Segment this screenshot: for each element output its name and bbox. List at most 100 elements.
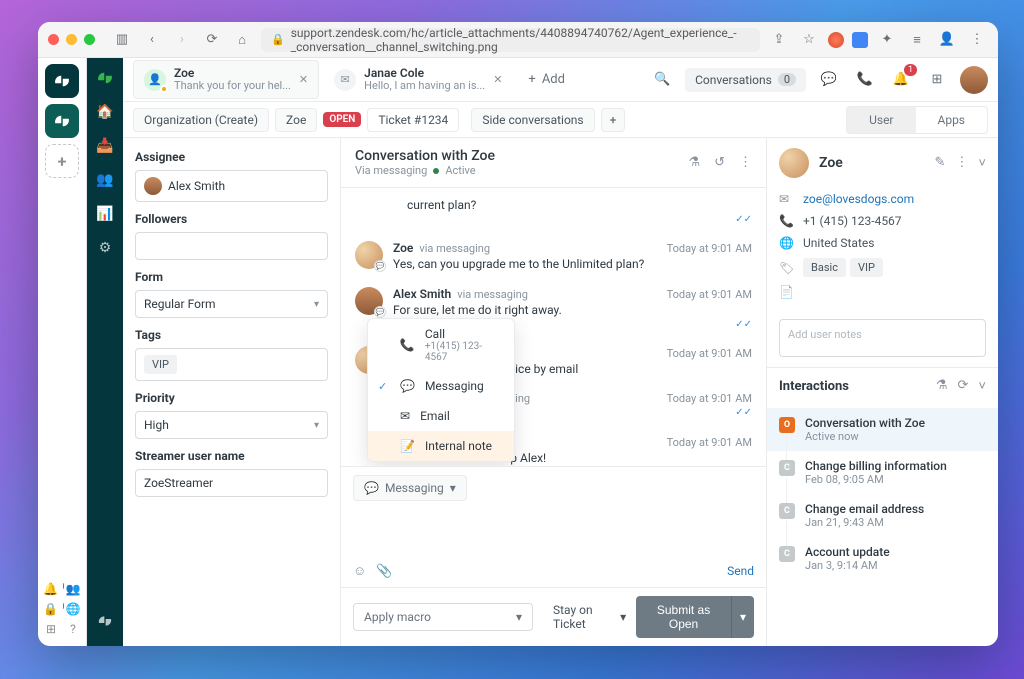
close-tab-icon[interactable]: ✕ (299, 73, 308, 86)
minimize-window[interactable] (66, 34, 77, 45)
attach-icon[interactable]: 📎 (376, 564, 392, 579)
apps-grid-icon[interactable]: ⊞ (924, 67, 950, 93)
bookmark-icon[interactable]: ☆ (798, 29, 820, 51)
interaction-item[interactable]: OConversation with ZoeActive now (767, 408, 998, 451)
channel-option-messaging[interactable]: ✓💬Messaging (368, 371, 514, 401)
crumb-add[interactable]: + (601, 108, 626, 132)
followers-input[interactable] (135, 232, 328, 260)
priority-select[interactable]: High▾ (135, 411, 328, 439)
chevron-down-icon[interactable]: ˅ (978, 155, 986, 171)
bell-icon[interactable]: 🔔1 (888, 67, 914, 93)
send-button[interactable]: Send (727, 564, 754, 578)
crumb-ticket[interactable]: Ticket #1234 (367, 108, 459, 132)
tags-input[interactable]: VIP (135, 348, 328, 381)
chevron-down-icon[interactable]: ˅ (978, 378, 986, 394)
phone-icon[interactable]: 📞 (852, 67, 878, 93)
macro-select[interactable]: Apply macro▾ (353, 603, 533, 631)
submit-dropdown[interactable]: ▾ (731, 596, 754, 638)
dock-help-icon[interactable]: ? (65, 622, 81, 636)
interaction-item[interactable]: CChange billing informationFeb 08, 9:05 … (767, 451, 998, 494)
agent-avatar[interactable] (960, 66, 988, 94)
search-icon[interactable]: 🔍 (649, 67, 675, 93)
dock-zendesk-1[interactable] (45, 64, 79, 98)
menu-icon[interactable]: ⋮ (966, 29, 988, 51)
admin-rail-icon[interactable]: ⚙ (95, 238, 115, 258)
back-icon[interactable]: ‹ (141, 29, 163, 51)
segment-user[interactable]: User (847, 107, 915, 133)
channel-option-email[interactable]: ✉Email (368, 401, 514, 431)
zendesk-logo-icon[interactable] (95, 68, 115, 88)
dock-zendesk-2[interactable] (45, 104, 79, 138)
dock-grid-icon[interactable]: ⊞ (43, 622, 59, 636)
filter-icon[interactable]: ⚗ (936, 378, 948, 394)
url-bar[interactable]: 🔒 support.zendesk.com/hc/article_attachm… (261, 28, 760, 52)
profile-email[interactable]: ✉zoe@lovesdogs.com (779, 188, 986, 210)
toolbar-icons: ⇪ ☆ ✦ ≡ 👤 ⋮ (768, 29, 988, 51)
interaction-item[interactable]: CChange email addressJan 21, 9:43 AM (767, 494, 998, 537)
share-icon[interactable]: ⇪ (768, 29, 790, 51)
views-rail-icon[interactable]: 📥 (95, 136, 115, 156)
chevron-down-icon: ▾ (314, 299, 319, 310)
profile-icon[interactable]: 👤 (936, 29, 958, 51)
home-icon[interactable]: ⌂ (231, 29, 253, 51)
home-rail-icon[interactable]: 🏠 (95, 102, 115, 122)
crumb-org[interactable]: Organization (Create) (133, 108, 269, 132)
reports-rail-icon[interactable]: 📊 (95, 204, 115, 224)
interaction-item[interactable]: CAccount updateJan 3, 9:14 AM (767, 537, 998, 580)
status-dot-icon (433, 168, 439, 174)
edit-icon[interactable]: ✎ (935, 155, 946, 171)
dock-people-icon[interactable]: 👥 (65, 582, 81, 596)
check-icon: ✓ (378, 380, 390, 393)
tab-zoe[interactable]: 👤 ZoeThank you for your hel... ✕ (133, 60, 319, 99)
crumb-user[interactable]: Zoe (275, 108, 317, 132)
list-icon[interactable]: ≡ (906, 29, 928, 51)
filter-icon[interactable]: ⚗ (688, 155, 700, 170)
segment-apps[interactable]: Apps (916, 107, 988, 133)
add-tab[interactable]: + Add (517, 65, 576, 94)
user-notes-input[interactable]: Add user notes (779, 319, 986, 357)
titlebar: ▥ ‹ › ⟳ ⌂ 🔒 support.zendesk.com/hc/artic… (38, 22, 998, 58)
dock-bell-icon[interactable]: 🔔 (43, 582, 59, 596)
channel-selector[interactable]: 💬Messaging▾ (353, 475, 467, 501)
note-icon: 📄 (779, 285, 793, 299)
dock-lock-icon[interactable]: 🔒 (43, 602, 59, 616)
message-list[interactable]: current plan?✓✓ 💬 Zoevia messagingToday … (341, 188, 766, 466)
channel-option-internal-note[interactable]: 📝Internal note (368, 431, 514, 461)
profile-header: Zoe ✎⋮˅ (767, 138, 998, 188)
conversations-pill[interactable]: Conversations0 (685, 68, 806, 92)
tag-chip: VIP (850, 258, 883, 277)
puzzle-icon[interactable]: ✦ (876, 29, 898, 51)
stay-on-ticket[interactable]: Stay on Ticket▾ (553, 603, 626, 631)
sidebar-toggle-icon[interactable]: ▥ (111, 29, 133, 51)
message-editor[interactable] (353, 507, 754, 563)
close-window[interactable] (48, 34, 59, 45)
zendesk-footer-icon[interactable] (95, 616, 115, 636)
submit-group: Submit as Open ▾ (636, 596, 754, 638)
form-select[interactable]: Regular Form▾ (135, 290, 328, 318)
submit-button[interactable]: Submit as Open (636, 596, 731, 638)
ext-icon-2[interactable] (852, 32, 868, 48)
dock-add[interactable]: + (45, 144, 79, 178)
status-text: Active (445, 164, 475, 177)
dock-globe-icon[interactable]: 🌐 (65, 602, 81, 616)
ext-icon-1[interactable] (828, 32, 844, 48)
chat-icon[interactable]: 💬 (816, 67, 842, 93)
refresh-icon[interactable]: ⟳ (201, 29, 223, 51)
tab-janae[interactable]: ✉ Janae ColeHello, I am having an is... … (323, 60, 513, 99)
more-icon[interactable]: ⋮ (955, 155, 968, 171)
maximize-window[interactable] (84, 34, 95, 45)
globe-icon: 🌐 (779, 236, 793, 250)
history-icon[interactable]: ↺ (714, 155, 725, 170)
channel-option-call[interactable]: 📞Call+1(415) 123-4567 (368, 319, 514, 371)
close-tab-icon[interactable]: ✕ (493, 73, 502, 86)
streamer-input[interactable]: ZoeStreamer (135, 469, 328, 497)
customers-rail-icon[interactable]: 👥 (95, 170, 115, 190)
more-icon[interactable]: ⋮ (739, 155, 752, 170)
emoji-icon[interactable]: ☺ (353, 563, 366, 579)
crumb-side[interactable]: Side conversations (471, 108, 594, 132)
assignee-select[interactable]: Alex Smith (135, 170, 328, 202)
forward-icon[interactable]: › (171, 29, 193, 51)
refresh-icon[interactable]: ⟳ (958, 378, 969, 394)
avatar-zoe-icon: 👤 (144, 69, 166, 91)
conversation-title: Conversation with Zoe (355, 148, 688, 164)
